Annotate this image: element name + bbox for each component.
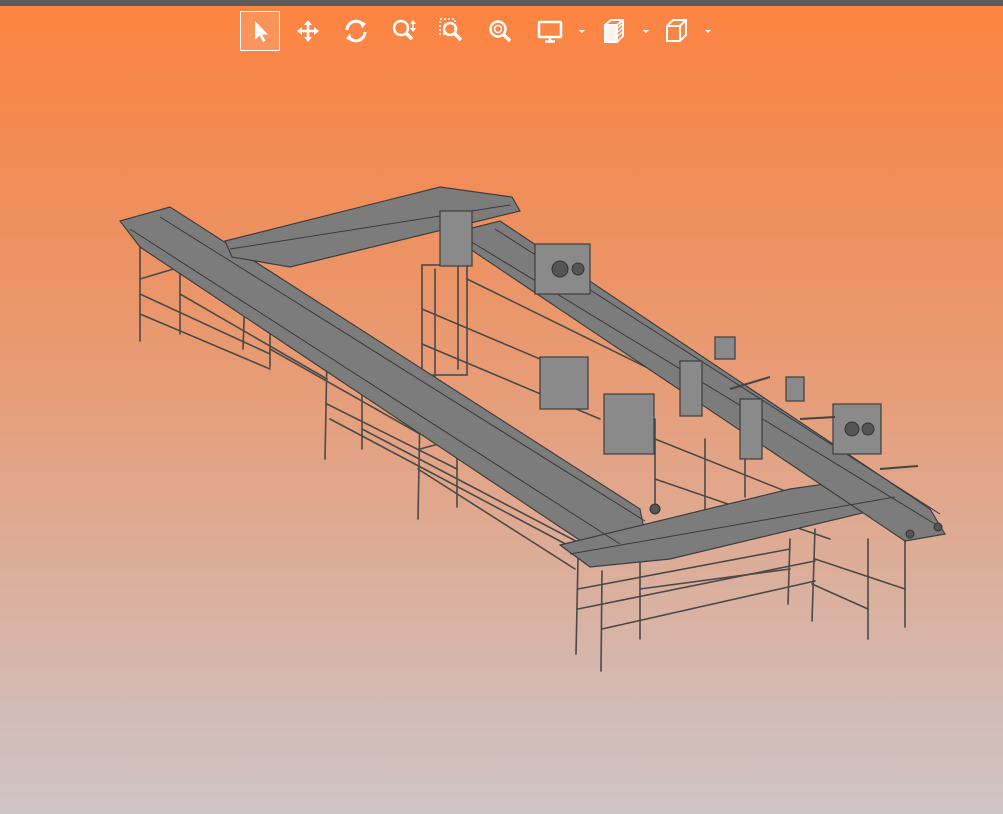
control-box-right [603, 393, 655, 455]
3d-viewport[interactable] [0, 51, 1003, 814]
conveyor-model[interactable] [0, 0, 1003, 814]
control-box-left [539, 356, 589, 410]
